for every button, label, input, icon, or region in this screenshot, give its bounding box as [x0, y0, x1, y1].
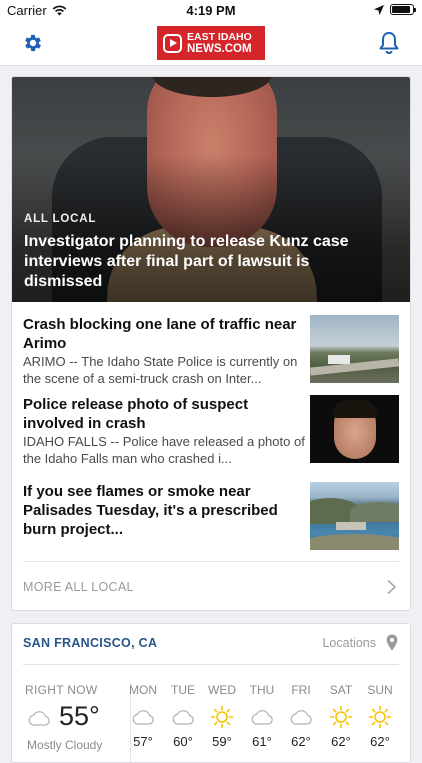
cloud-icon: [251, 710, 273, 725]
current-weather: RIGHT NOW 55° Mostly Cloudy: [25, 683, 120, 752]
chevron-right-icon: [387, 579, 397, 595]
more-all-local-link[interactable]: MORE ALL LOCAL: [23, 561, 399, 610]
article-thumbnail[interactable]: [310, 315, 399, 383]
logo-text-line2: NEWS.COM: [187, 43, 252, 55]
location-arrow-icon: [374, 4, 384, 15]
hero-category: ALL LOCAL: [24, 213, 97, 225]
list-item[interactable]: Police release photo of suspect involved…: [23, 395, 399, 467]
forecast-day-name: SAT: [329, 683, 353, 697]
forecast-day: TUE 60°: [163, 683, 203, 749]
cloud-icon: [290, 710, 312, 725]
forecast-day-name: MON: [129, 683, 157, 697]
gear-icon[interactable]: [22, 32, 44, 54]
forecast-temperature: 62°: [291, 734, 311, 749]
forecast-temperature: 62°: [331, 734, 351, 749]
hero-headline[interactable]: Investigator planning to release Kunz ca…: [24, 232, 384, 292]
nav-bar: EAST IDAHO NEWS.COM: [0, 22, 422, 66]
sun-icon: [210, 706, 234, 728]
location-pin-icon[interactable]: [386, 634, 398, 651]
right-now-label: RIGHT NOW: [25, 683, 98, 697]
forecast-day: FRI 62°: [281, 683, 321, 749]
clock: 4:19 PM: [186, 3, 236, 18]
forecast-temperature: 60°: [173, 734, 193, 749]
forecast-temperature: 59°: [212, 734, 232, 749]
news-card: ALL LOCAL Investigator planning to relea…: [11, 76, 411, 611]
sun-icon: [368, 706, 392, 728]
forecast-day-name: FRI: [291, 683, 311, 697]
forecast-day-name: TUE: [171, 683, 195, 697]
forecast-day: THU 61°: [242, 683, 282, 749]
article-thumbnail[interactable]: [310, 482, 399, 550]
forecast-temperature: 61°: [252, 734, 272, 749]
weather-city[interactable]: SAN FRANCISCO, CA: [23, 636, 157, 650]
play-icon: [163, 33, 182, 53]
article-summary: IDAHO FALLS -- Police have released a ph…: [23, 434, 305, 466]
bell-icon[interactable]: [378, 31, 400, 55]
forecast-temperature: 62°: [370, 734, 390, 749]
forecast-day: WED 59°: [202, 683, 242, 749]
article-thumbnail[interactable]: [310, 395, 399, 463]
forecast-day-name: THU: [249, 683, 275, 697]
list-item[interactable]: If you see flames or smoke near Palisade…: [23, 482, 399, 554]
status-bar: Carrier 4:19 PM: [0, 0, 422, 22]
logo-text-line1: EAST IDAHO: [187, 31, 252, 43]
app-logo: EAST IDAHO NEWS.COM: [157, 26, 265, 60]
cloud-icon: [172, 710, 194, 725]
article-summary: ARIMO -- The Idaho State Police is curre…: [23, 354, 298, 386]
cloud-icon: [28, 711, 50, 726]
more-link-label: MORE ALL LOCAL: [23, 580, 134, 594]
forecast-day: MON 57°: [123, 683, 163, 749]
forecast-day: SUN 62°: [360, 683, 400, 749]
list-item[interactable]: Crash blocking one lane of traffic near …: [23, 315, 399, 387]
forecast-day-name: WED: [208, 683, 236, 697]
locations-button[interactable]: Locations: [322, 636, 376, 650]
article-title[interactable]: Crash blocking one lane of traffic near …: [23, 315, 305, 353]
forecast-day: SAT 62°: [321, 683, 361, 749]
article-title[interactable]: Police release photo of suspect involved…: [23, 395, 305, 433]
hero-story[interactable]: ALL LOCAL Investigator planning to relea…: [12, 77, 410, 302]
forecast-temperature: 57°: [133, 734, 153, 749]
current-temperature: 55°: [59, 701, 100, 731]
sun-icon: [329, 706, 353, 728]
weather-card: SAN FRANCISCO, CA Locations RIGHT NOW 55…: [11, 623, 411, 763]
article-title[interactable]: If you see flames or smoke near Palisade…: [23, 482, 305, 539]
cloud-icon: [132, 710, 154, 725]
forecast-day-name: SUN: [367, 683, 393, 697]
battery-icon: [390, 4, 416, 15]
divider: [23, 664, 399, 665]
